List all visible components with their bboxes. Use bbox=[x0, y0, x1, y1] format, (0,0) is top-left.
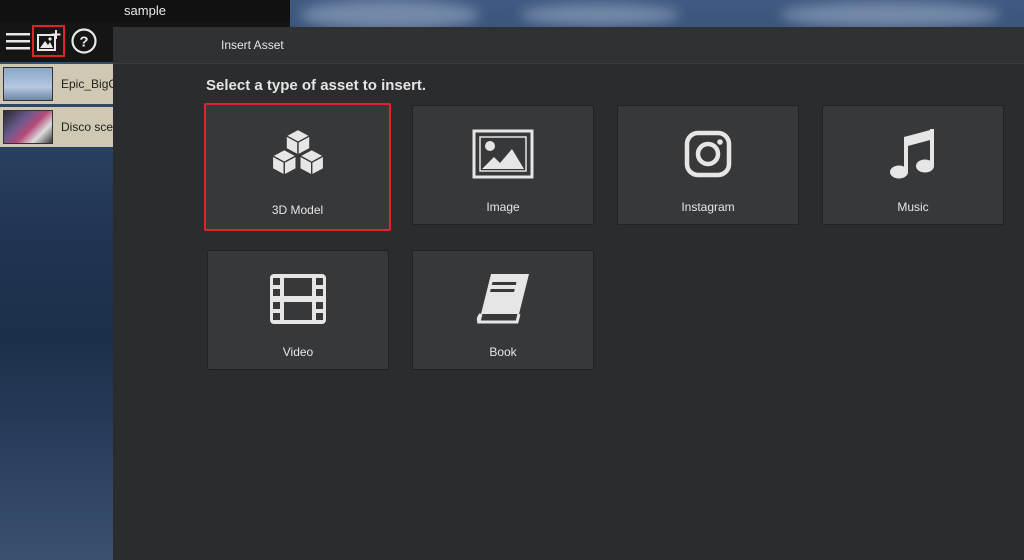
instagram-icon bbox=[684, 130, 732, 178]
asset-thumbnail bbox=[3, 67, 53, 101]
music-icon bbox=[890, 129, 934, 179]
window-title: sample bbox=[0, 0, 290, 22]
help-button[interactable]: ? bbox=[68, 25, 100, 57]
dialog-title: Insert Asset bbox=[221, 38, 284, 52]
cubes-icon bbox=[271, 128, 324, 176]
cloud-decoration bbox=[780, 2, 1000, 28]
asset-type-image[interactable]: Image bbox=[412, 105, 594, 225]
asset-name: Disco sce bbox=[61, 120, 114, 134]
hamburger-icon bbox=[6, 33, 30, 50]
help-icon: ? bbox=[71, 28, 97, 54]
asset-type-book[interactable]: Book bbox=[412, 250, 594, 370]
image-icon bbox=[472, 129, 534, 179]
asset-name: Epic_BigC bbox=[61, 77, 114, 91]
list-item[interactable]: Epic_BigC bbox=[0, 64, 114, 104]
film-icon bbox=[270, 274, 326, 324]
asset-type-video[interactable]: Video bbox=[207, 250, 389, 370]
book-icon bbox=[476, 274, 529, 324]
dialog-prompt: Select a type of asset to insert. bbox=[206, 77, 427, 94]
tile-label: Image bbox=[486, 200, 520, 214]
tile-label: Video bbox=[282, 345, 314, 359]
asset-type-music[interactable]: Music bbox=[822, 105, 1004, 225]
asset-type-3d-model[interactable]: 3D Model bbox=[204, 103, 391, 231]
dialog-header: Insert Asset bbox=[113, 27, 1024, 64]
asset-thumbnail bbox=[3, 110, 53, 144]
tile-label: 3D Model bbox=[271, 203, 324, 217]
tile-label: Book bbox=[489, 345, 517, 359]
tile-label: Instagram bbox=[681, 200, 735, 214]
cloud-decoration bbox=[520, 4, 680, 26]
asset-list: Epic_BigC Disco sce bbox=[0, 64, 114, 150]
cloud-decoration bbox=[300, 0, 480, 30]
insert-asset-button[interactable] bbox=[32, 25, 65, 57]
menu-button[interactable] bbox=[2, 25, 34, 57]
insert-asset-dialog: Insert Asset Select a type of asset to i… bbox=[113, 27, 1024, 560]
tile-label: Music bbox=[897, 200, 929, 214]
svg-text:?: ? bbox=[79, 34, 88, 51]
list-item[interactable]: Disco sce bbox=[0, 107, 114, 147]
asset-type-instagram[interactable]: Instagram bbox=[617, 105, 799, 225]
insert-image-icon bbox=[36, 30, 60, 51]
